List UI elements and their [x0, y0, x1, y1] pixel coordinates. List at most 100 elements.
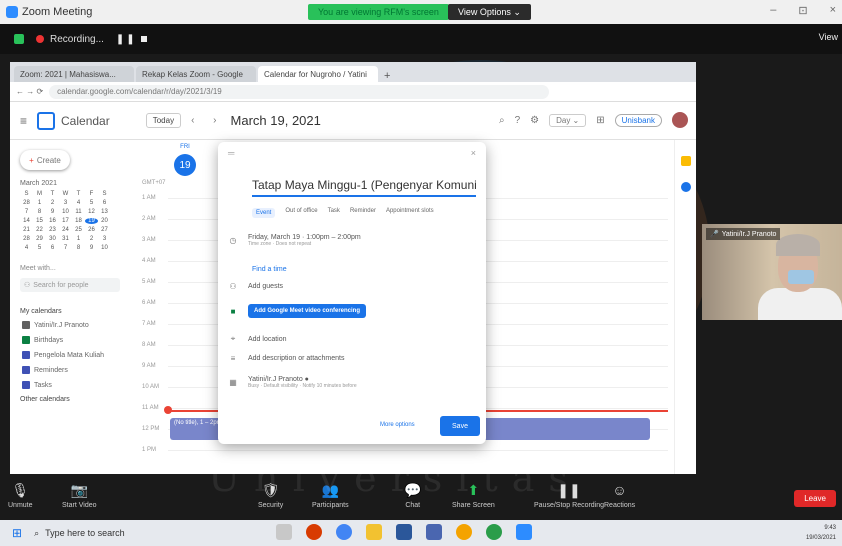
calendar-checkbox[interactable]	[22, 381, 30, 389]
more-options-button[interactable]: More options	[380, 422, 415, 428]
mini-calendar-day[interactable]: 14	[20, 218, 33, 224]
calendar-list-item[interactable]: Tasks	[22, 381, 138, 389]
date-nav-arrows[interactable]: ‹ ›	[191, 115, 224, 126]
mini-calendar-day[interactable]: 8	[72, 245, 85, 251]
word-icon[interactable]	[396, 524, 412, 540]
add-meet-button[interactable]: Add Google Meet video conferencing	[248, 304, 367, 318]
maximize-button[interactable]: ⊡	[798, 4, 807, 17]
find-time-link[interactable]: Find a time	[252, 266, 287, 273]
add-description[interactable]: Add description or attachments	[248, 355, 345, 362]
windows-start-icon[interactable]: ⊞	[12, 526, 22, 540]
mini-calendar-day[interactable]: 30	[46, 236, 59, 242]
mini-calendar-day[interactable]: 26	[85, 227, 98, 233]
mini-calendar-day[interactable]: 5	[33, 245, 46, 251]
settings-gear-icon[interactable]: ⚙	[530, 115, 539, 126]
browser-nav-icons[interactable]: ← → ⟳	[16, 87, 43, 96]
mini-calendar-day[interactable]: 10	[98, 245, 111, 251]
pause-recording-icon[interactable]: ❚❚	[116, 34, 137, 45]
keep-icon[interactable]	[681, 156, 691, 166]
profile-avatar[interactable]	[672, 112, 688, 128]
mini-calendar-day[interactable]: 2	[85, 236, 98, 242]
tasks-icon[interactable]	[681, 182, 691, 192]
calendar-checkbox[interactable]	[22, 351, 30, 359]
calendar-owner[interactable]: Yatini/Ir.J Pranoto ●	[248, 376, 357, 383]
stop-recording-icon[interactable]	[140, 36, 147, 42]
browser-tab[interactable]: Rekap Kelas Zoom - Google	[136, 66, 256, 82]
taskbar-search[interactable]: ⌕ Type here to search	[34, 528, 125, 539]
mini-calendar-day[interactable]: 3	[59, 200, 72, 206]
save-button[interactable]: Save	[440, 416, 480, 436]
add-location[interactable]: Add location	[248, 336, 287, 343]
close-icon[interactable]: ×	[471, 148, 476, 158]
calendar-checkbox[interactable]	[22, 321, 30, 329]
mini-calendar-day[interactable]: 11	[72, 209, 85, 215]
opera-icon[interactable]	[306, 524, 322, 540]
tab-out-of-office[interactable]: Out of office	[285, 208, 317, 218]
calendar-checkbox[interactable]	[22, 336, 30, 344]
calendar-list-item[interactable]: Yatini/Ir.J Pranoto	[22, 321, 138, 329]
mini-calendar-day[interactable]: 23	[46, 227, 59, 233]
guests-row[interactable]: ⚇ Add guests	[228, 282, 283, 291]
app-icon-green[interactable]	[486, 524, 502, 540]
mini-calendar-day[interactable]: 9	[85, 245, 98, 251]
mini-calendar-day[interactable]: 25	[72, 227, 85, 233]
mini-calendar-day[interactable]: 13	[98, 209, 111, 215]
mini-calendar-day[interactable]: 28	[20, 200, 33, 206]
mini-calendar-day[interactable]: 7	[20, 209, 33, 215]
mini-calendar-day[interactable]: 7	[59, 245, 72, 251]
other-calendars-label[interactable]: Other calendars	[20, 396, 138, 403]
mini-calendar-day[interactable]: 4	[20, 245, 33, 251]
tab-event[interactable]: Event	[252, 208, 276, 218]
view-select[interactable]: Day ⌄	[549, 113, 587, 127]
mini-calendar-day[interactable]: 21	[20, 227, 33, 233]
drag-handle-icon[interactable]: ═	[228, 148, 234, 158]
browser-tab[interactable]: Zoom: 2021 | Mahasiswa...	[14, 66, 134, 82]
view-button[interactable]: View	[819, 32, 838, 42]
mini-calendar-day[interactable]: 17	[59, 218, 72, 224]
main-menu-icon[interactable]: ≡	[20, 114, 27, 128]
tab-reminder[interactable]: Reminder	[350, 208, 376, 218]
mini-calendar-day[interactable]: 16	[46, 218, 59, 224]
task-view-icon[interactable]	[276, 524, 292, 540]
event-title-input[interactable]: Tatap Maya Minggu-1 (Pengenyar Komunikas…	[252, 178, 476, 197]
mini-calendar-day[interactable]: 10	[59, 209, 72, 215]
system-tray[interactable]: 9:43 19/03/2021	[806, 523, 836, 543]
my-calendars-label[interactable]: My calendars	[20, 308, 138, 315]
security-shield-icon[interactable]	[14, 34, 24, 44]
participant-video[interactable]: 🎤 Yatini/Ir.J Pranoto	[702, 224, 842, 320]
mini-calendar-day[interactable]: 6	[46, 245, 59, 251]
today-button[interactable]: Today	[145, 113, 182, 128]
add-guests[interactable]: Add guests	[248, 283, 283, 290]
minimize-button[interactable]: –	[770, 4, 776, 17]
mini-calendar-day[interactable]: 19	[85, 218, 98, 224]
mini-calendar-day[interactable]: 12	[85, 209, 98, 215]
document-icon[interactable]	[426, 524, 442, 540]
mini-calendar-day[interactable]: 20	[98, 218, 111, 224]
toolbar-reactionsbutton[interactable]: ☺ Reactions	[604, 482, 635, 509]
chrome-icon[interactable]	[336, 524, 352, 540]
time-row[interactable]: ◷ Friday, March 19 · 1:00pm – 2:00pm Tim…	[228, 234, 361, 247]
mini-calendar-day[interactable]: 27	[98, 227, 111, 233]
address-bar[interactable]: calendar.google.com/calendar/r/day/2021/…	[49, 84, 550, 99]
mini-calendar-day[interactable]: 2	[46, 200, 59, 206]
mini-calendar-day[interactable]: 18	[72, 218, 85, 224]
help-icon[interactable]: ?	[515, 115, 521, 126]
mini-calendar-day[interactable]: 31	[59, 236, 72, 242]
mini-calendar-day[interactable]: 24	[59, 227, 72, 233]
event-time[interactable]: Friday, March 19 · 1:00pm – 2:00pm	[248, 234, 361, 241]
app-icon-orange[interactable]	[456, 524, 472, 540]
search-people-input[interactable]: ⚇ Search for people	[20, 278, 120, 292]
search-icon[interactable]: ⌕	[499, 115, 505, 126]
mini-calendar-day[interactable]: 5	[85, 200, 98, 206]
tab-task[interactable]: Task	[328, 208, 340, 218]
mini-calendar-day[interactable]: 15	[33, 218, 46, 224]
mini-calendar-day[interactable]: 9	[46, 209, 59, 215]
file-explorer-icon[interactable]	[366, 524, 382, 540]
calendar-list-item[interactable]: Pengelola Mata Kuliah	[22, 351, 138, 359]
close-button[interactable]: ×	[830, 4, 836, 17]
zoom-taskbar-icon[interactable]	[516, 524, 532, 540]
day-number[interactable]: 19	[174, 154, 196, 176]
mini-calendar-day[interactable]: 28	[20, 236, 33, 242]
calendar-checkbox[interactable]	[22, 366, 30, 374]
view-options-button[interactable]: View Options ⌄	[448, 4, 531, 20]
